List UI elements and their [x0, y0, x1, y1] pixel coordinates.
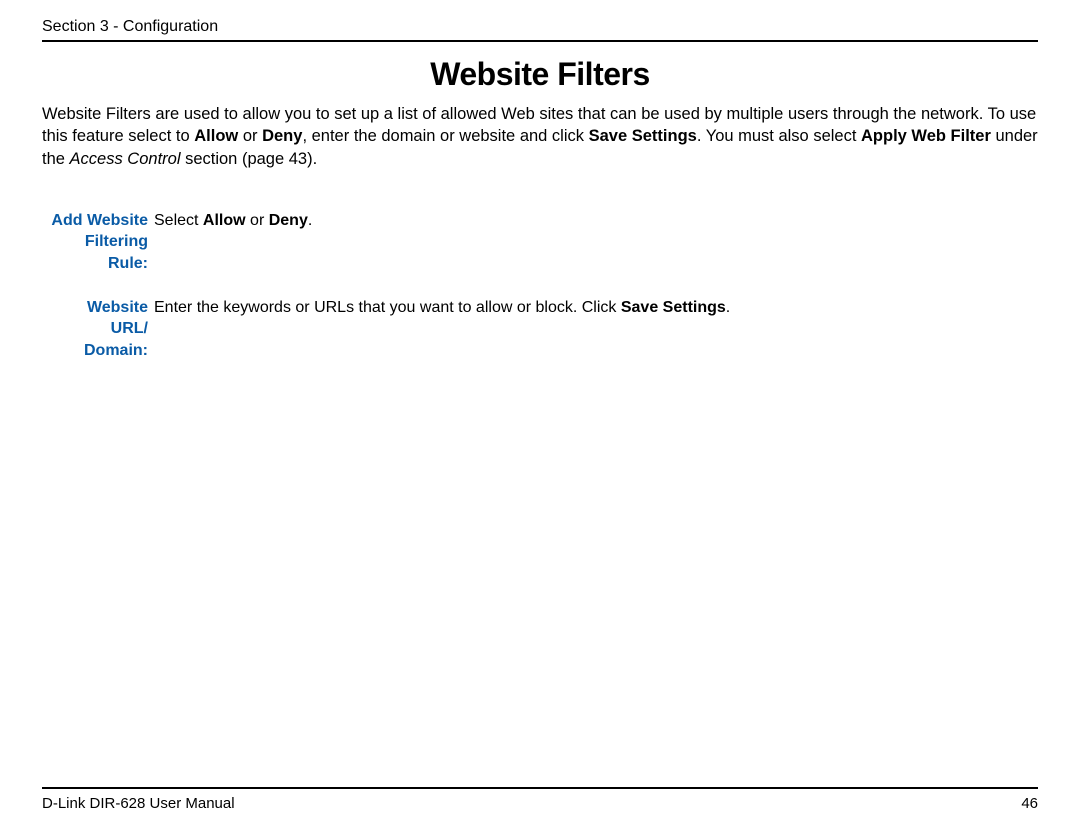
def-desc: Select Allow or Deny.	[154, 210, 1038, 232]
intro-text: section (page 43).	[181, 150, 318, 168]
intro-bold: Deny	[262, 127, 302, 145]
def-text: Enter the keywords or URLs that you want…	[154, 299, 621, 316]
section-label: Section 3 - Configuration	[42, 18, 218, 35]
def-label-line: Domain:	[84, 342, 148, 359]
def-label-line: Website URL/	[87, 299, 148, 338]
def-label-line: Filtering Rule:	[85, 233, 148, 272]
intro-bold: Save Settings	[589, 127, 697, 145]
footer-manual: D-Link DIR-628 User Manual	[42, 795, 235, 812]
def-bold: Save Settings	[621, 299, 726, 316]
def-bold: Allow	[203, 212, 246, 229]
def-label: Add Website Filtering Rule:	[48, 210, 154, 275]
intro-paragraph: Website Filters are used to allow you to…	[42, 103, 1038, 170]
intro-text: , enter the domain or website and click	[302, 127, 588, 145]
intro-text: or	[238, 127, 262, 145]
header-section: Section 3 - Configuration	[42, 18, 1038, 42]
def-bold: Deny	[269, 212, 308, 229]
def-text: .	[726, 299, 730, 316]
def-label: Website URL/ Domain:	[48, 297, 154, 362]
footer: D-Link DIR-628 User Manual 46	[42, 787, 1038, 812]
intro-italic: Access Control	[70, 150, 181, 168]
page-title: Website Filters	[42, 56, 1038, 93]
intro-text: . You must also select	[697, 127, 861, 145]
footer-page-number: 46	[1021, 795, 1038, 812]
intro-bold: Apply Web Filter	[861, 127, 991, 145]
def-text: Select	[154, 212, 203, 229]
def-row-add-website: Add Website Filtering Rule: Select Allow…	[48, 210, 1038, 275]
intro-bold: Allow	[194, 127, 238, 145]
def-label-line: Add Website	[51, 212, 148, 229]
def-desc: Enter the keywords or URLs that you want…	[154, 297, 1038, 319]
def-text: or	[246, 212, 269, 229]
def-text: .	[308, 212, 312, 229]
def-row-website-url: Website URL/ Domain: Enter the keywords …	[48, 297, 1038, 362]
definition-table: Add Website Filtering Rule: Select Allow…	[48, 210, 1038, 362]
